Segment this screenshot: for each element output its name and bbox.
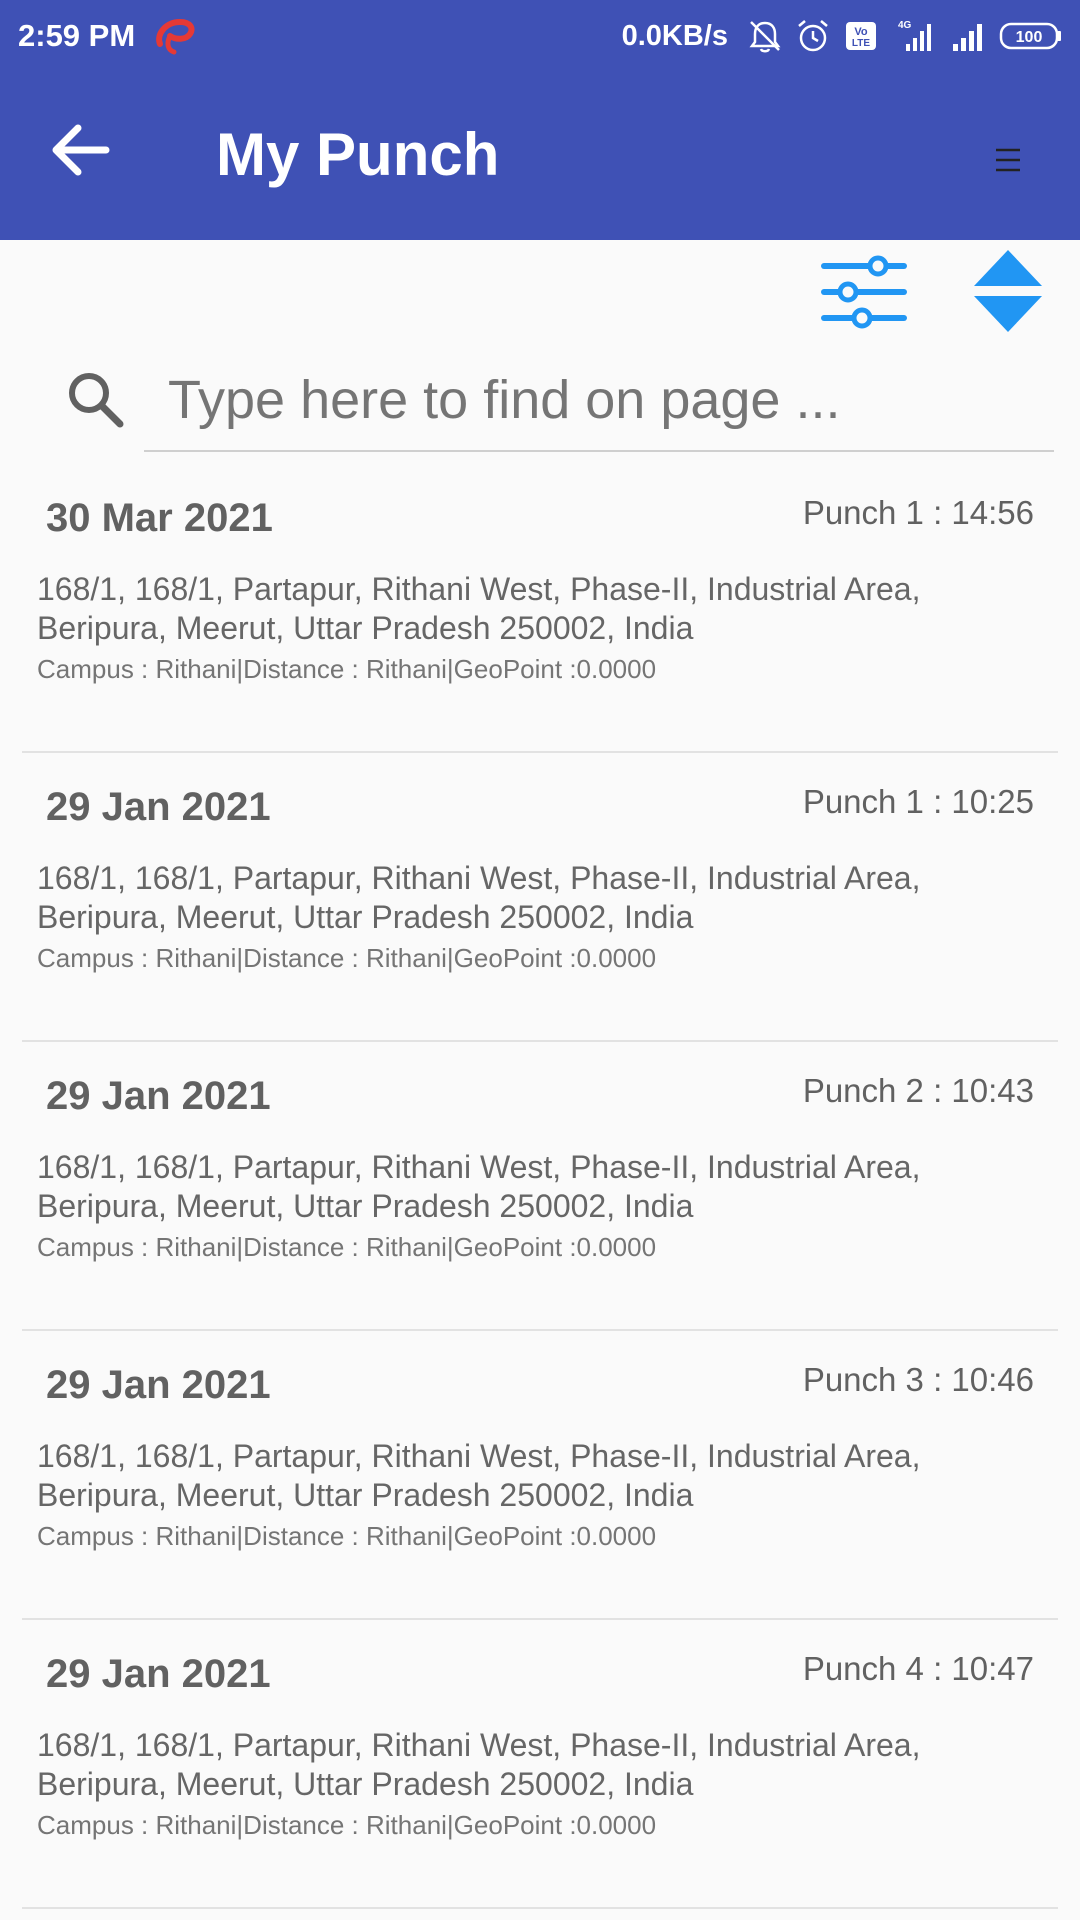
status-bar: 2:59 PM 0.0KB/s Vo LTE 4G 100 bbox=[0, 0, 1080, 72]
punch-list: 30 Mar 2021 Punch 1 : 14:56 168/1, 168/1… bbox=[0, 464, 1080, 1909]
punch-address: 168/1, 168/1, Partapur, Rithani West, Ph… bbox=[37, 860, 921, 935]
punch-meta: Campus : Rithani|Distance : Rithani|GeoP… bbox=[37, 943, 657, 973]
signal-4g-icon: 4G bbox=[898, 20, 931, 51]
list-item[interactable]: 30 Mar 2021 Punch 1 : 14:56 168/1, 168/1… bbox=[22, 464, 1058, 753]
search-input[interactable] bbox=[144, 350, 1054, 452]
punch-address: 168/1, 168/1, Partapur, Rithani West, Ph… bbox=[37, 571, 921, 646]
list-item[interactable]: 29 Jan 2021 Punch 4 : 10:47 168/1, 168/1… bbox=[22, 1620, 1058, 1909]
app-bar: My Punch bbox=[0, 72, 1080, 240]
sort-up-down-icon[interactable] bbox=[970, 246, 1046, 336]
volte-icon: Vo LTE bbox=[846, 22, 876, 50]
punch-time: Punch 3 : 10:46 bbox=[802, 1361, 1034, 1398]
page-title: My Punch bbox=[216, 121, 500, 188]
punch-date: 29 Jan 2021 bbox=[46, 1363, 271, 1407]
punch-date: 30 Mar 2021 bbox=[46, 496, 273, 540]
punch-meta: Campus : Rithani|Distance : Rithani|GeoP… bbox=[37, 654, 657, 684]
punch-date: 29 Jan 2021 bbox=[46, 785, 271, 829]
punch-time: Punch 2 : 10:43 bbox=[802, 1072, 1034, 1109]
punch-date: 29 Jan 2021 bbox=[46, 1074, 271, 1118]
list-toolbar bbox=[0, 240, 1080, 350]
list-item[interactable]: 29 Jan 2021 Punch 2 : 10:43 168/1, 168/1… bbox=[22, 1042, 1058, 1331]
punch-meta: Campus : Rithani|Distance : Rithani|GeoP… bbox=[37, 1232, 657, 1262]
punch-date: 29 Jan 2021 bbox=[46, 1652, 271, 1696]
search-icon bbox=[69, 373, 124, 428]
signal-icon bbox=[953, 24, 982, 51]
punch-time: Punch 4 : 10:47 bbox=[802, 1650, 1034, 1687]
list-item[interactable]: 29 Jan 2021 Punch 1 : 10:25 168/1, 168/1… bbox=[22, 753, 1058, 1042]
punch-address: 168/1, 168/1, Partapur, Rithani West, Ph… bbox=[37, 1149, 921, 1224]
menu-icon[interactable] bbox=[984, 136, 1032, 184]
arrow-left-icon[interactable] bbox=[46, 118, 118, 182]
airtel-logo-icon bbox=[156, 18, 195, 55]
sliders-icon[interactable] bbox=[818, 250, 910, 334]
battery-icon: 100 bbox=[999, 22, 1061, 50]
punch-meta: Campus : Rithani|Distance : Rithani|GeoP… bbox=[37, 1810, 657, 1840]
status-icons: 0.0KB/s Vo LTE 4G 100 bbox=[622, 14, 1064, 58]
svg-text:Vo: Vo bbox=[854, 26, 868, 38]
punch-address: 168/1, 168/1, Partapur, Rithani West, Ph… bbox=[37, 1727, 921, 1802]
list-item[interactable]: 29 Jan 2021 Punch 3 : 10:46 168/1, 168/1… bbox=[22, 1331, 1058, 1620]
status-time: 2:59 PM bbox=[18, 18, 136, 53]
svg-text:LTE: LTE bbox=[852, 38, 870, 49]
punch-meta: Campus : Rithani|Distance : Rithani|GeoP… bbox=[37, 1521, 657, 1551]
svg-text:4G: 4G bbox=[898, 20, 912, 31]
alarm-icon bbox=[798, 20, 828, 52]
punch-time: Punch 1 : 14:56 bbox=[802, 494, 1034, 531]
search-bar bbox=[0, 350, 1080, 460]
battery-level: 100 bbox=[1016, 29, 1043, 46]
punch-address: 168/1, 168/1, Partapur, Rithani West, Ph… bbox=[37, 1438, 921, 1513]
punch-time: Punch 1 : 10:25 bbox=[802, 783, 1034, 820]
bell-off-icon bbox=[749, 21, 781, 53]
network-speed: 0.0KB/s bbox=[621, 19, 728, 52]
